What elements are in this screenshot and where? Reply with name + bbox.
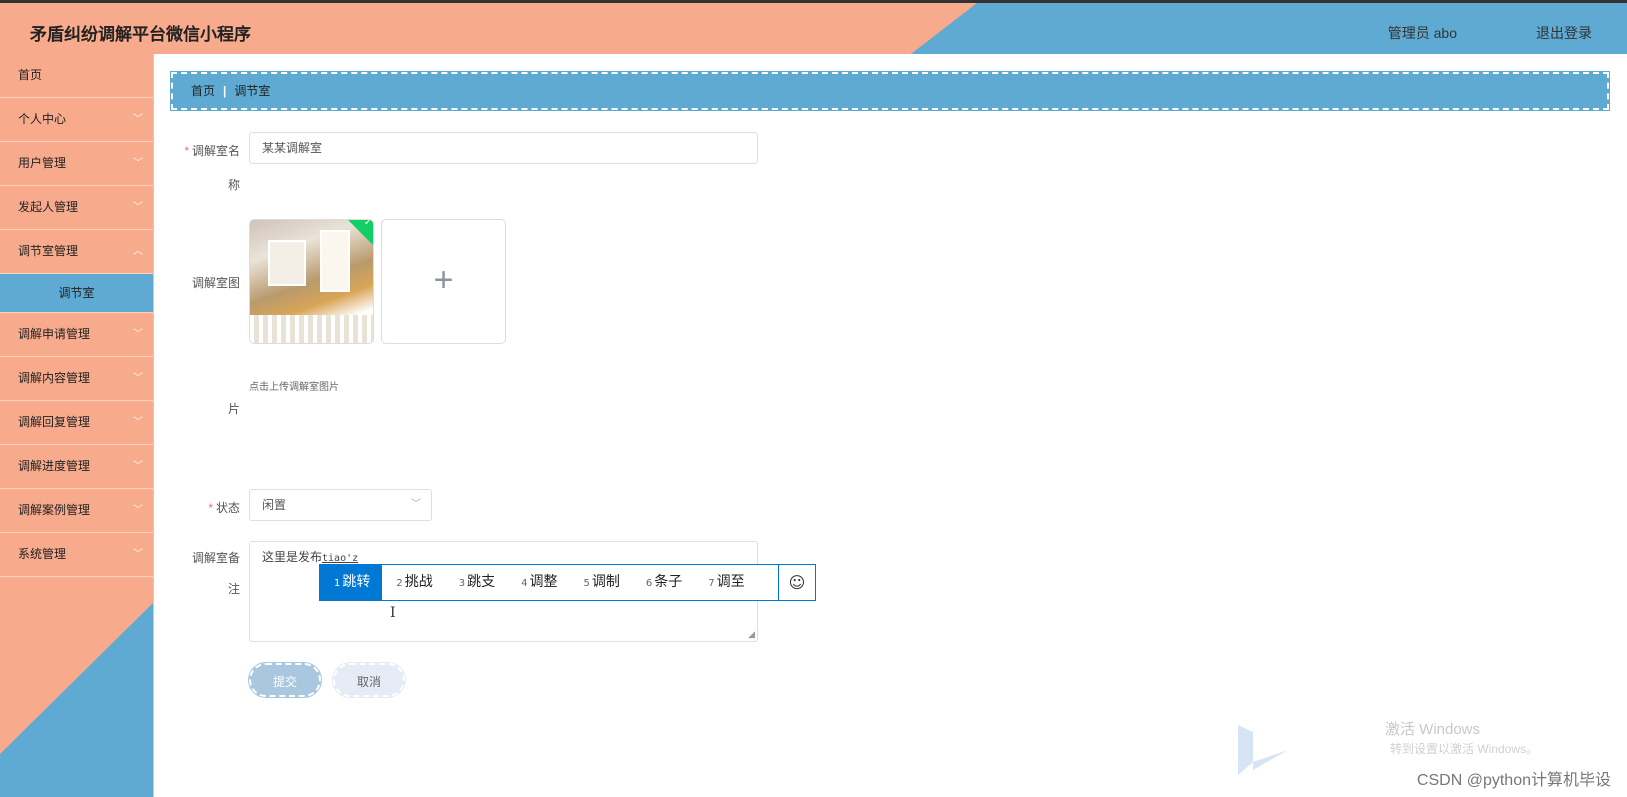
submit-button[interactable]: 提交 bbox=[248, 662, 322, 698]
chevron-up-icon: ︿ bbox=[133, 246, 143, 257]
sidebar-item-application-management[interactable]: 调解申请管理 ﹀ bbox=[0, 313, 153, 357]
windows-activation-subtext: 转到设置以激活 Windows。 bbox=[1390, 742, 1539, 756]
chevron-down-icon: ﹀ bbox=[133, 505, 143, 516]
ime-candidate[interactable]: 3 跳支 bbox=[445, 565, 507, 600]
windows-activation-watermark: 激活 Windows bbox=[1385, 721, 1481, 738]
upload-success-badge: ✓ bbox=[346, 219, 373, 247]
name-label: * 调解室名 bbox=[184, 144, 240, 158]
sidebar-item-room-management[interactable]: 调节室管理 ︿ bbox=[0, 230, 153, 274]
chevron-down-icon: ﹀ bbox=[133, 417, 143, 428]
text-cursor-icon: I bbox=[390, 605, 396, 621]
top-header: 矛盾纠纷调解平台微信小程序 管理员 abo 退出登录 bbox=[0, 0, 1627, 54]
breadcrumb: 首页 | 调节室 bbox=[170, 71, 1610, 111]
remark-label: 调解室备 bbox=[191, 551, 240, 565]
ime-candidate[interactable]: 4 调整 bbox=[507, 565, 569, 600]
chevron-down-icon: ﹀ bbox=[133, 202, 143, 213]
ime-candidate-bar: 1 跳转 2 挑战 3 跳支 4 调整 5 调制 6 条子 7 调至 ☺ bbox=[319, 564, 816, 601]
chevron-down-icon: ﹀ bbox=[411, 499, 421, 510]
ime-candidate[interactable]: 1 跳转 bbox=[320, 565, 383, 600]
sidebar-subitem-room[interactable]: 调节室 bbox=[0, 274, 153, 313]
room-name-input[interactable]: 某某调解室 bbox=[249, 132, 758, 164]
sidebar-item-system-management[interactable]: 系统管理 ﹀ bbox=[0, 533, 153, 577]
upload-add-button[interactable]: + bbox=[381, 219, 506, 344]
header-decoration bbox=[907, 3, 1627, 54]
ime-candidate[interactable]: 7 调至 bbox=[694, 565, 756, 600]
status-select[interactable]: 闲置 ﹀ bbox=[249, 489, 432, 521]
chevron-down-icon: ﹀ bbox=[133, 373, 143, 384]
sidebar-item-home[interactable]: 首页 bbox=[0, 54, 153, 98]
image-label: 调解室图 bbox=[191, 276, 240, 290]
chevron-down-icon: ﹀ bbox=[133, 158, 143, 169]
sidebar-item-progress-management[interactable]: 调解进度管理 ﹀ bbox=[0, 445, 153, 489]
sidebar-item-initiator-management[interactable]: 发起人管理 ﹀ bbox=[0, 186, 153, 230]
sidebar-item-case-management[interactable]: 调解案例管理 ﹀ bbox=[0, 489, 153, 533]
image-label-wrap: 片 bbox=[227, 402, 240, 416]
ime-candidate[interactable]: 2 挑战 bbox=[382, 565, 444, 600]
cancel-button[interactable]: 取消 bbox=[332, 662, 406, 698]
resize-handle-icon[interactable]: ◢ bbox=[748, 629, 755, 640]
chevron-down-icon: ﹀ bbox=[133, 114, 143, 125]
sidebar-item-user-management[interactable]: 用户管理 ﹀ bbox=[0, 142, 153, 186]
sidebar-item-personal-center[interactable]: 个人中心 ﹀ bbox=[0, 98, 153, 142]
bilibili-logo-icon bbox=[1238, 725, 1288, 775]
sidebar: 首页 个人中心 ﹀ 用户管理 ﹀ 发起人管理 ﹀ 调节室管理 ︿ 调节室 调解申请管理 ﹀… bbox=[0, 54, 154, 797]
ime-composition: tiao'z bbox=[322, 553, 359, 564]
upload-tip: 点击上传调解室图片 bbox=[249, 382, 339, 393]
ime-candidate[interactable]: 5 调制 bbox=[570, 565, 632, 600]
emoji-icon[interactable]: ☺ bbox=[778, 565, 815, 600]
status-label: * 状态 bbox=[208, 501, 240, 515]
chevron-down-icon: ﹀ bbox=[133, 329, 143, 340]
uploaded-room-image[interactable]: ✓ bbox=[249, 219, 374, 344]
chevron-down-icon: ﹀ bbox=[133, 549, 143, 560]
breadcrumb-home[interactable]: 首页 bbox=[191, 84, 215, 98]
current-user: 管理员 abo bbox=[1387, 25, 1457, 41]
sidebar-item-reply-management[interactable]: 调解回复管理 ﹀ bbox=[0, 401, 153, 445]
chevron-down-icon: ﹀ bbox=[133, 461, 143, 472]
remark-label-wrap: 注 bbox=[227, 582, 240, 596]
ime-candidate[interactable]: 6 条子 bbox=[632, 565, 694, 600]
breadcrumb-current: 调节室 bbox=[234, 84, 271, 98]
sidebar-item-content-management[interactable]: 调解内容管理 ﹀ bbox=[0, 357, 153, 401]
plus-icon: + bbox=[433, 261, 454, 299]
csdn-watermark: CSDN @python计算机毕设 bbox=[1416, 772, 1611, 789]
check-icon: ✓ bbox=[363, 219, 373, 228]
sidebar-menu: 首页 个人中心 ﹀ 用户管理 ﹀ 发起人管理 ﹀ 调节室管理 ︿ 调节室 调解申请管理 ﹀… bbox=[0, 54, 153, 577]
name-label-wrap: 称 bbox=[227, 178, 240, 192]
app-title: 矛盾纠纷调解平台微信小程序 bbox=[30, 25, 251, 44]
logout-link[interactable]: 退出登录 bbox=[1536, 23, 1592, 43]
